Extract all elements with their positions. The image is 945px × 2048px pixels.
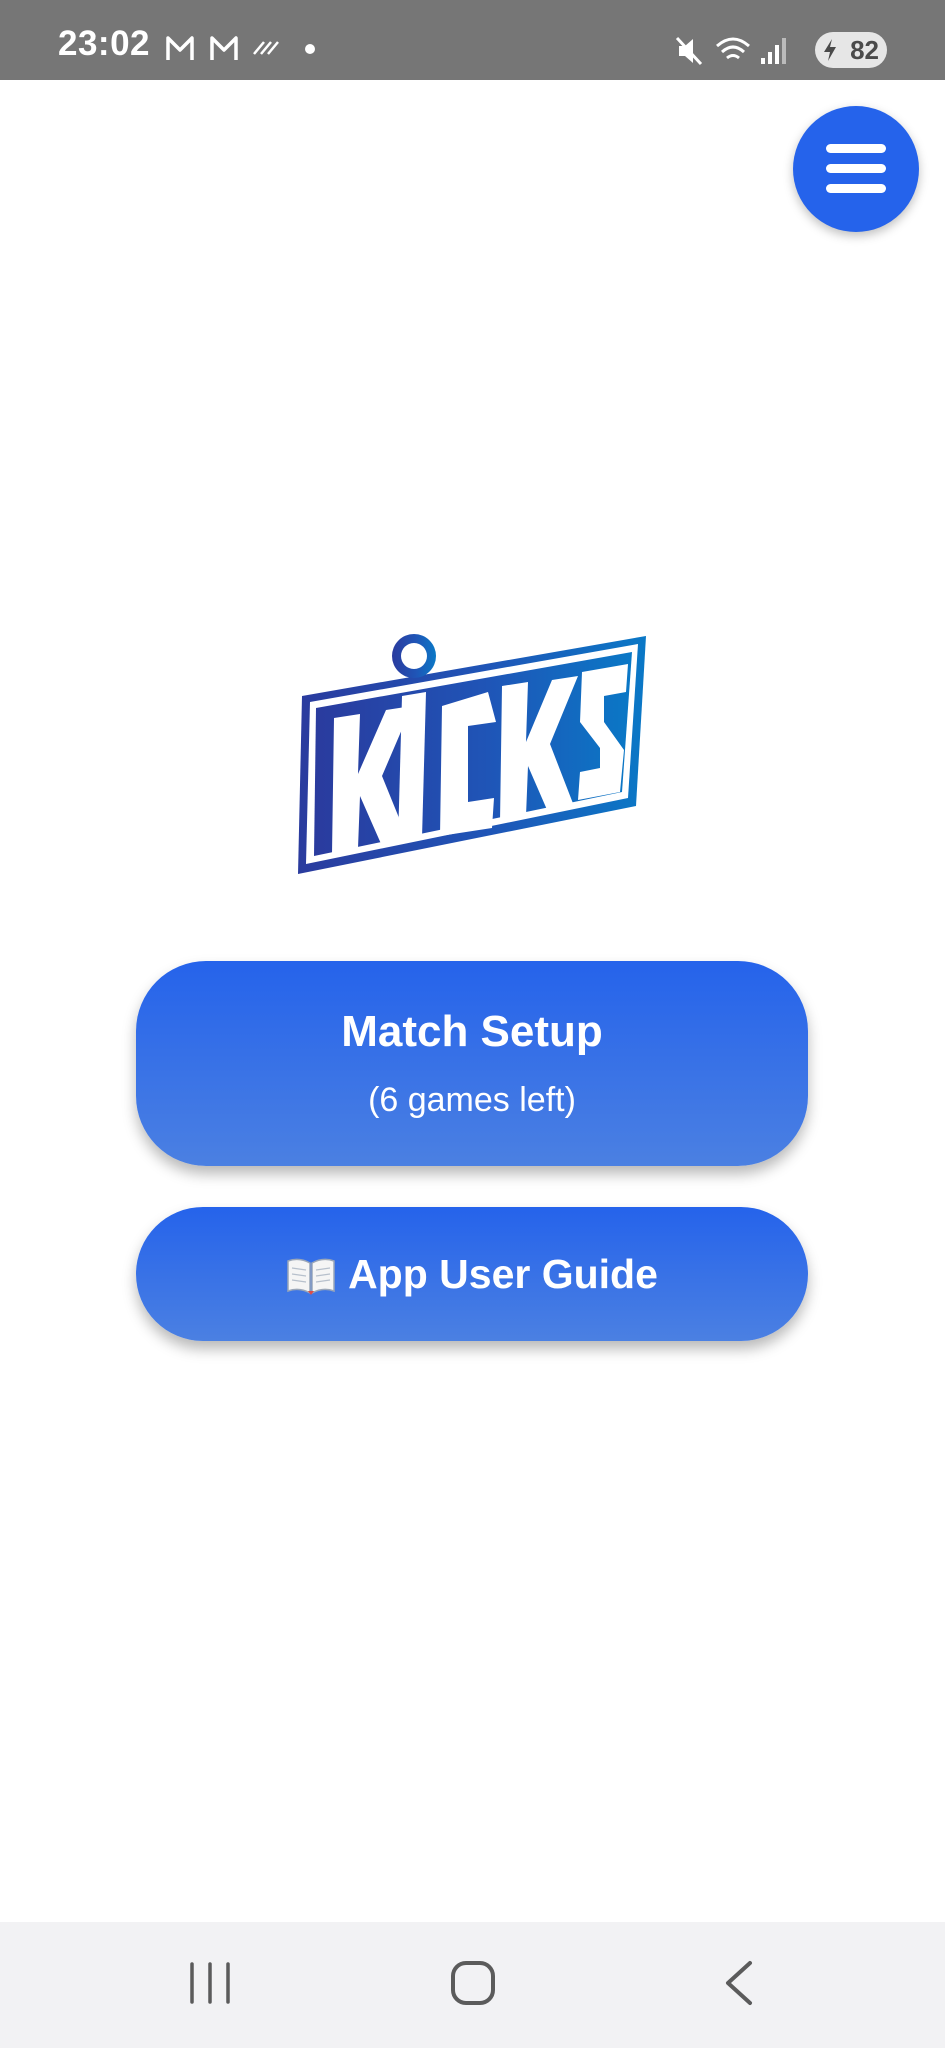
match-setup-title: Match Setup <box>341 1007 603 1056</box>
nfc-icon <box>253 41 279 55</box>
gmail-icon <box>166 36 194 60</box>
status-bar: 23:02 82 <box>0 0 945 80</box>
charging-bolt-icon <box>824 39 836 61</box>
dot-icon <box>305 44 315 54</box>
match-setup-button[interactable]: Match Setup (6 games left) <box>136 961 808 1166</box>
games-left-label: (6 games left) <box>368 1081 576 1119</box>
open-book-icon <box>287 1258 335 1295</box>
recent-apps-icon[interactable] <box>188 1960 232 2006</box>
battery-indicator: 82 <box>815 32 887 68</box>
mute-icon <box>675 36 703 66</box>
user-guide-label: App User Guide <box>348 1251 658 1297</box>
wifi-icon <box>716 37 750 60</box>
kicks-logo: KICKS <box>290 626 660 882</box>
status-system-icons <box>675 36 786 66</box>
logo-text: KICKS <box>660 626 661 627</box>
navigation-bar <box>0 1922 945 2048</box>
home-icon[interactable] <box>450 1960 496 2006</box>
menu-button[interactable] <box>793 106 919 232</box>
hamburger-menu-icon <box>826 144 886 193</box>
signal-icon <box>761 38 786 64</box>
battery-level: 82 <box>850 35 879 65</box>
back-icon[interactable] <box>722 1960 756 2006</box>
gmail-icon <box>210 36 238 60</box>
user-guide-button[interactable]: App User Guide <box>136 1207 808 1341</box>
status-notification-icons <box>166 36 315 60</box>
status-time: 23:02 <box>58 24 151 63</box>
